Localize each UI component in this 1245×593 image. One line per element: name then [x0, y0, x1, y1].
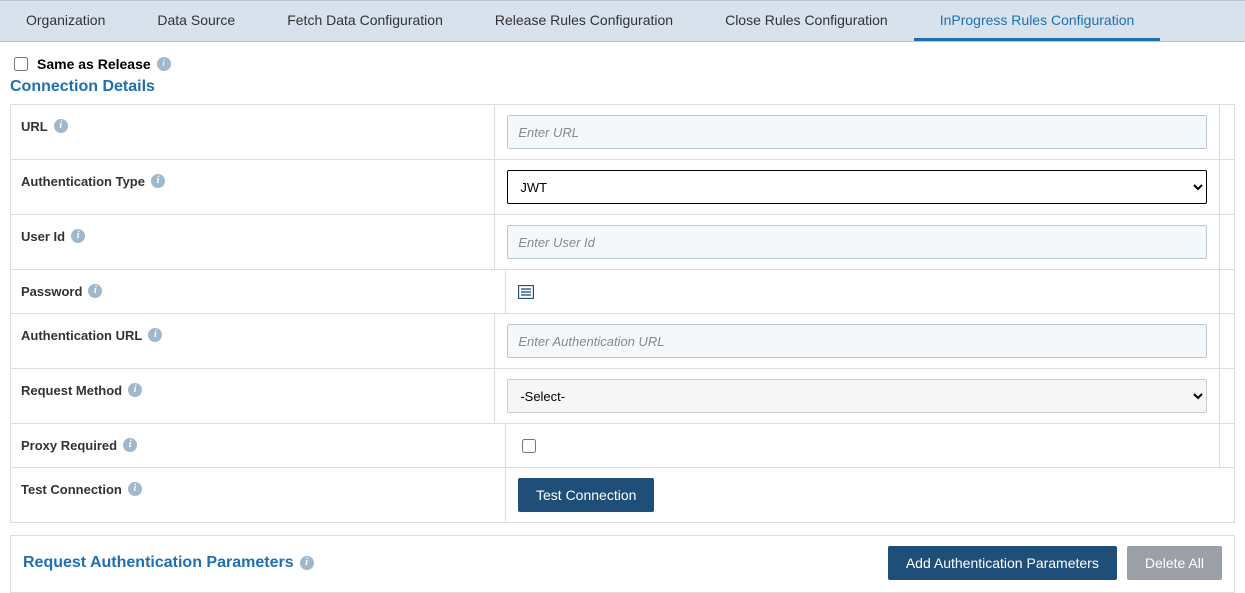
same-as-release-row: Same as Release i — [10, 54, 1235, 74]
label-request-method: Request Method i — [11, 369, 495, 423]
row-auth-type: Authentication Type i JWT — [11, 160, 1234, 215]
tab-fetch-data-config[interactable]: Fetch Data Configuration — [261, 1, 469, 41]
content-area: Same as Release i Connection Details URL… — [0, 42, 1245, 593]
info-icon[interactable]: i — [54, 119, 68, 133]
info-icon[interactable]: i — [151, 174, 165, 188]
request-auth-params-section: Request Authentication Parameters i Add … — [10, 535, 1235, 593]
tab-organization[interactable]: Organization — [0, 1, 131, 41]
auth-type-select[interactable]: JWT — [507, 170, 1207, 204]
same-as-release-checkbox[interactable] — [14, 57, 28, 71]
request-method-select[interactable]: -Select- — [507, 379, 1207, 413]
same-as-release-label: Same as Release — [37, 56, 151, 72]
info-icon[interactable]: i — [157, 57, 171, 71]
user-id-input[interactable] — [507, 225, 1207, 259]
add-auth-params-button[interactable]: Add Authentication Parameters — [888, 546, 1117, 580]
label-user-id: User Id i — [11, 215, 495, 269]
delete-all-button[interactable]: Delete All — [1127, 546, 1222, 580]
connection-details-title: Connection Details — [10, 78, 1235, 96]
url-input[interactable] — [507, 115, 1207, 149]
request-auth-params-title: Request Authentication Parameters i — [23, 554, 314, 572]
info-icon[interactable]: i — [128, 383, 142, 397]
label-url: URL i — [11, 105, 495, 159]
row-proxy-required: Proxy Required i — [11, 424, 1234, 468]
tab-data-source[interactable]: Data Source — [131, 1, 261, 41]
keyboard-icon[interactable] — [518, 285, 534, 299]
info-icon[interactable]: i — [88, 284, 102, 298]
info-icon[interactable]: i — [71, 229, 85, 243]
tab-bar: Organization Data Source Fetch Data Conf… — [0, 0, 1245, 42]
row-user-id: User Id i — [11, 215, 1234, 270]
label-proxy-required: Proxy Required i — [11, 424, 506, 467]
proxy-required-checkbox[interactable] — [522, 439, 536, 453]
connection-details-form: URL i Authentication Type i JWT User Id — [10, 104, 1235, 523]
row-password: Password i — [11, 270, 1234, 314]
label-test-connection: Test Connection i — [11, 468, 506, 522]
row-url: URL i — [11, 105, 1234, 160]
auth-url-input[interactable] — [507, 324, 1207, 358]
tab-release-rules-config[interactable]: Release Rules Configuration — [469, 1, 699, 41]
test-connection-button[interactable]: Test Connection — [518, 478, 654, 512]
row-request-method: Request Method i -Select- — [11, 369, 1234, 424]
info-icon[interactable]: i — [148, 328, 162, 342]
tab-close-rules-config[interactable]: Close Rules Configuration — [699, 1, 914, 41]
label-auth-url: Authentication URL i — [11, 314, 495, 368]
label-password: Password i — [11, 270, 506, 313]
info-icon[interactable]: i — [123, 438, 137, 452]
row-auth-url: Authentication URL i — [11, 314, 1234, 369]
row-test-connection: Test Connection i Test Connection — [11, 468, 1234, 522]
tab-inprogress-rules-config[interactable]: InProgress Rules Configuration — [914, 1, 1161, 41]
info-icon[interactable]: i — [300, 556, 314, 570]
label-auth-type: Authentication Type i — [11, 160, 495, 214]
info-icon[interactable]: i — [128, 482, 142, 496]
